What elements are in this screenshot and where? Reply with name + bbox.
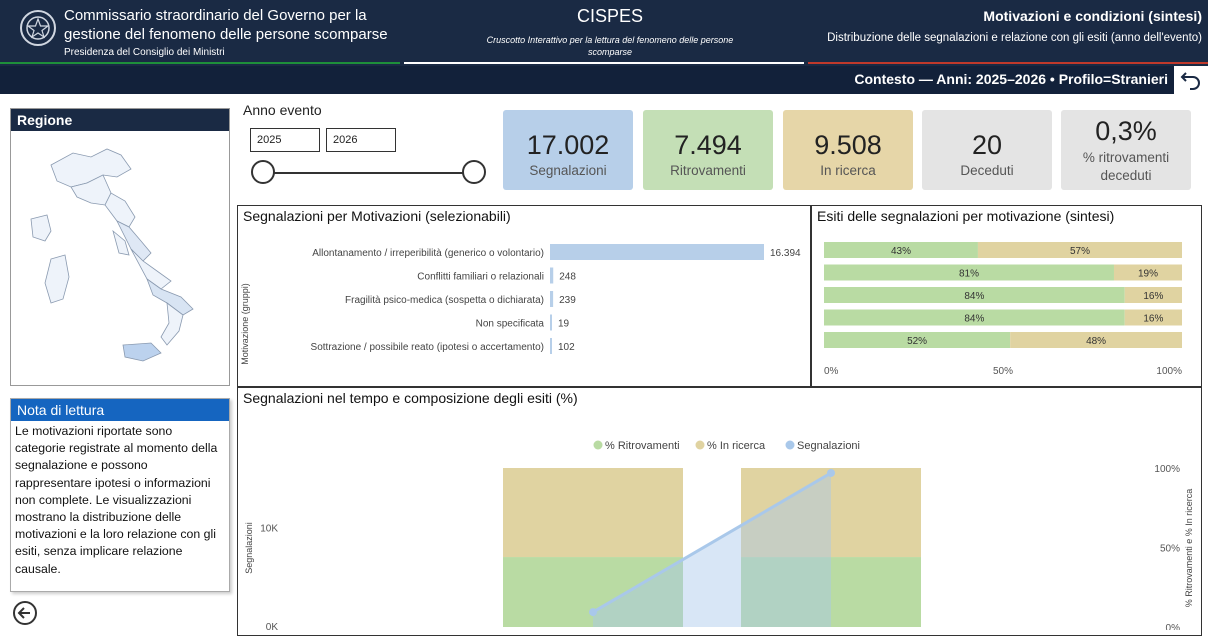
org-name: Commissario straordinario del Governo pe… xyxy=(64,7,388,43)
segment-label: 48% xyxy=(1086,336,1106,347)
kpi-label: % ritrovamenti deceduti xyxy=(1082,150,1170,183)
kpi-label: Ritrovamenti xyxy=(670,163,746,178)
y2-axis-label: % Ritrovamenti e % In ricerca xyxy=(1184,489,1194,608)
kpi-value: 0,3% xyxy=(1095,116,1157,146)
kpi-value: 9.508 xyxy=(814,130,882,160)
kpi-in-ricerca: 9.508 In ricerca xyxy=(783,110,913,190)
category-label: Fragilità psico-medica (sospetta o dichi… xyxy=(345,295,544,306)
legend-dot xyxy=(593,440,603,450)
region-title: Regione xyxy=(11,109,229,131)
segnalazioni-point[interactable] xyxy=(589,608,597,617)
bar[interactable] xyxy=(550,267,554,284)
outcomes-stacked-svg: 43% 57% 81% 19% 84% 16% 84% 16% 52% 48% 0% 50% 100% xyxy=(824,242,1182,377)
back-arrow-icon[interactable] xyxy=(12,600,38,626)
flag-red-stripe xyxy=(808,62,1208,64)
segnalazioni-point[interactable] xyxy=(827,468,835,477)
legend-label[interactable]: % In ricerca xyxy=(707,440,766,452)
segment-label: 57% xyxy=(1070,246,1090,257)
motivations-bar-svg: Motivazione (gruppi) Allontanamento / irr… xyxy=(240,244,801,365)
kpi-value: 20 xyxy=(971,130,1003,160)
page-subtitle: Distribuzione delle segnalazioni e relaz… xyxy=(827,32,1202,44)
segment-label: 84% xyxy=(964,314,984,325)
bar[interactable] xyxy=(550,291,554,307)
bar-value-label: 19 xyxy=(558,319,570,330)
bar-value-label: 248 xyxy=(559,272,576,283)
app-title: CISPES xyxy=(576,6,644,26)
bar[interactable] xyxy=(550,244,764,260)
segment-label: 52% xyxy=(907,336,927,347)
chart-title: Segnalazioni per Motivazioni (selezionab… xyxy=(243,208,511,224)
bar-value-label: 16.394 xyxy=(770,248,801,259)
x-tick-label: 0% xyxy=(824,366,839,377)
x-tick-label: 100% xyxy=(1156,366,1182,377)
segment-label: 16% xyxy=(1143,291,1163,302)
category-label: Allontanamento / irreperibilità (generic… xyxy=(312,248,544,259)
note-body: Le motivazioni riportate sono categorie … xyxy=(15,424,218,576)
time-combo-chart[interactable]: Segnalazioni nel tempo e composizione de… xyxy=(237,387,1202,639)
legend-dot xyxy=(695,440,705,450)
undo-icon xyxy=(1180,72,1200,90)
app-subtitle: Cruscotto Interattivo per la lettura del… xyxy=(486,35,734,57)
kpi-value: 17.002 xyxy=(526,130,610,160)
column-in-ricerca[interactable] xyxy=(503,468,683,558)
government-emblem-icon xyxy=(20,10,56,46)
year-to-input[interactable]: 2026 xyxy=(326,128,396,152)
kpi-label: In ricerca xyxy=(820,163,876,178)
y2-tick-label: 0% xyxy=(1166,623,1181,630)
segment-label: 84% xyxy=(964,291,984,302)
bar[interactable] xyxy=(550,314,552,331)
motivations-bar-chart[interactable]: Segnalazioni per Motivazioni (selezionab… xyxy=(237,205,811,387)
context-filters: Contesto — Anni: 2025–2026 • Profilo=Str… xyxy=(854,71,1168,87)
legend-label[interactable]: Segnalazioni xyxy=(797,440,860,452)
y2-tick-label: 50% xyxy=(1160,544,1180,555)
kpi-segnalazioni: 17.002 Segnalazioni xyxy=(503,110,633,190)
year-slider-track[interactable] xyxy=(262,172,474,174)
outcomes-stacked-chart[interactable]: Esiti delle segnalazioni per motivazione… xyxy=(811,205,1202,387)
region-slicer[interactable]: Regione xyxy=(10,108,230,386)
year-slider-end-handle[interactable] xyxy=(462,160,486,184)
legend-dot xyxy=(785,440,795,450)
category-label: Sottrazione / possibile reato (ipotesi o… xyxy=(311,342,544,353)
bar-value-label: 102 xyxy=(558,342,575,353)
chart-title: Esiti delle segnalazioni per motivazione… xyxy=(817,208,1115,224)
time-combo-svg: % Ritrovamenti % In ricerca Segnalazioni Se… xyxy=(244,440,1194,639)
segment-label: 43% xyxy=(891,246,911,257)
top-header: Commissario straordinario del Governo pe… xyxy=(0,0,1208,66)
segment-label: 16% xyxy=(1143,314,1163,325)
kpi-value: 7.494 xyxy=(674,130,742,160)
segment-label: 19% xyxy=(1138,269,1158,280)
kpi-deceduti: 20 Deceduti xyxy=(922,110,1052,190)
flag-green-stripe xyxy=(0,62,400,64)
year-from-input[interactable]: 2025 xyxy=(250,128,320,152)
category-label: Conflitti familiari o relazionali xyxy=(417,272,544,283)
y-axis-label: Segnalazioni xyxy=(244,522,254,574)
y2-tick-label: 100% xyxy=(1154,464,1180,475)
category-label: Non specificata xyxy=(476,319,545,330)
year-filter-label: Anno evento xyxy=(243,102,322,118)
y-tick-label: 10K xyxy=(260,524,278,535)
kpi-label: Deceduti xyxy=(960,163,1014,178)
legend-label[interactable]: % Ritrovamenti xyxy=(605,440,680,452)
reading-note: Nota di lettura Le motivazioni riportate… xyxy=(10,398,230,592)
undo-button[interactable] xyxy=(1174,66,1208,94)
italy-map[interactable] xyxy=(11,131,229,381)
x-tick-label: 50% xyxy=(993,366,1013,377)
y-tick-label: 0K xyxy=(266,622,279,630)
org-parent: Presidenza del Consiglio dei Ministri xyxy=(64,47,225,58)
note-title: Nota di lettura xyxy=(11,399,229,421)
bar[interactable] xyxy=(550,338,552,354)
kpi-label: Segnalazioni xyxy=(529,163,607,178)
segment-label: 81% xyxy=(959,269,979,280)
year-slider-start-handle[interactable] xyxy=(251,160,275,184)
context-bar: Contesto — Anni: 2025–2026 • Profilo=Str… xyxy=(0,66,1208,94)
kpi-pct-ritrovamenti-deceduti: 0,3% % ritrovamenti deceduti xyxy=(1061,110,1191,190)
kpi-ritrovamenti: 7.494 Ritrovamenti xyxy=(643,110,773,190)
page-title: Motivazioni e condizioni (sintesi) xyxy=(983,8,1202,24)
flag-white-stripe xyxy=(404,62,804,64)
chart-title: Segnalazioni nel tempo e composizione de… xyxy=(243,390,578,406)
bar-value-label: 239 xyxy=(559,295,576,306)
y-axis-label: Motivazione (gruppi) xyxy=(240,283,250,365)
